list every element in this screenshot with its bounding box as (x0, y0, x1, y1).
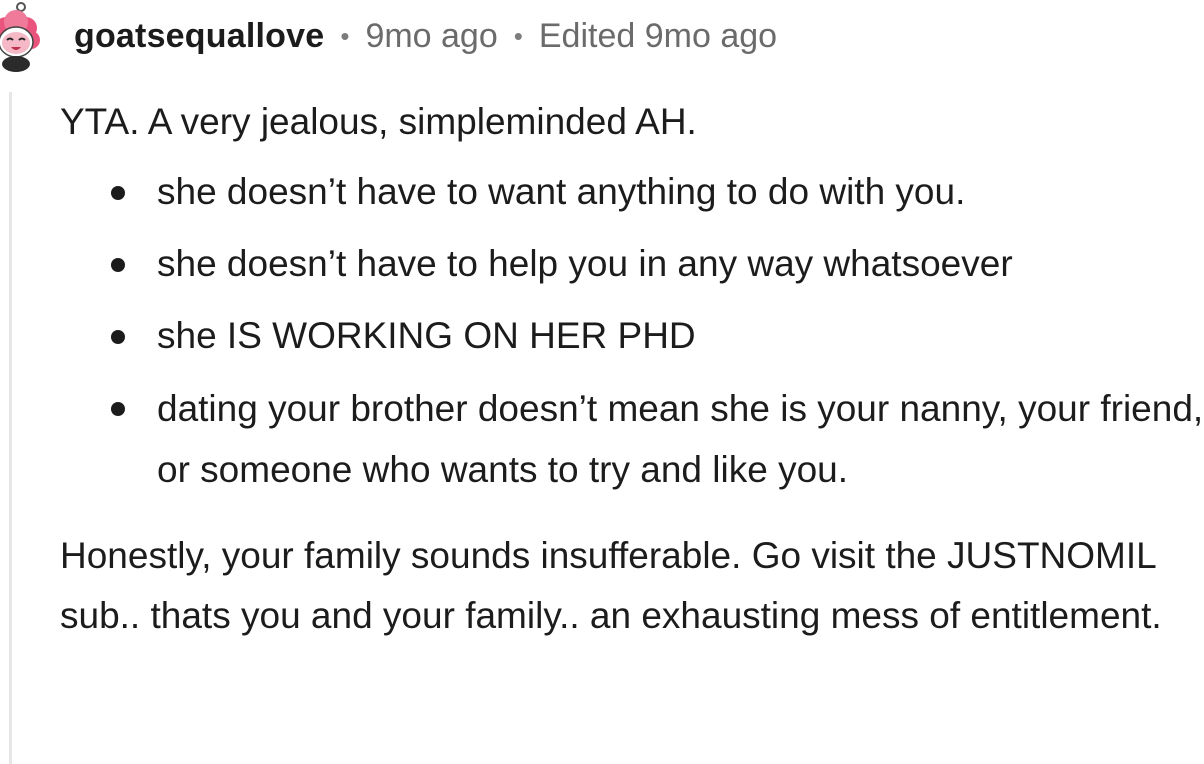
list-item-text: she doesn’t have to help you in any way … (157, 243, 1013, 284)
thread-collapse-line[interactable] (9, 92, 12, 764)
comment-paragraph: YTA. A very jealous, simpleminded AH. (60, 101, 697, 142)
edited-label: Edited 9mo ago (538, 16, 778, 55)
separator-dot: • (340, 20, 350, 51)
list-item: she IS WORKING ON HER PHD (60, 306, 1204, 366)
bullet-list: she doesn’t have to want anything to do … (60, 162, 1204, 500)
list-item-text: she IS WORKING ON HER PHD (157, 315, 696, 356)
separator-dot: • (513, 20, 523, 51)
bullet-icon (111, 186, 125, 200)
list-item: dating your brother doesn’t mean she is … (60, 378, 1204, 500)
bullet-icon (111, 330, 125, 344)
timestamp[interactable]: 9mo ago (365, 17, 497, 56)
comment-paragraph: Honestly, your family sounds insufferabl… (60, 535, 1162, 636)
comment-header: goatsequallove • 9mo ago • Edited 9mo ag… (74, 12, 777, 60)
list-item: she doesn’t have to help you in any way … (60, 234, 1204, 294)
list-item-text: she doesn’t have to want anything to do … (157, 171, 966, 212)
bullet-icon (111, 258, 125, 272)
list-item-text: dating your brother doesn’t mean she is … (157, 388, 1204, 490)
user-avatar-icon[interactable] (0, 2, 46, 72)
comment-body: YTA. A very jealous, simpleminded AH. sh… (60, 92, 1204, 646)
username-link[interactable]: goatsequallove (74, 17, 324, 56)
list-item: she doesn’t have to want anything to do … (60, 162, 1204, 222)
bullet-icon (111, 402, 125, 416)
